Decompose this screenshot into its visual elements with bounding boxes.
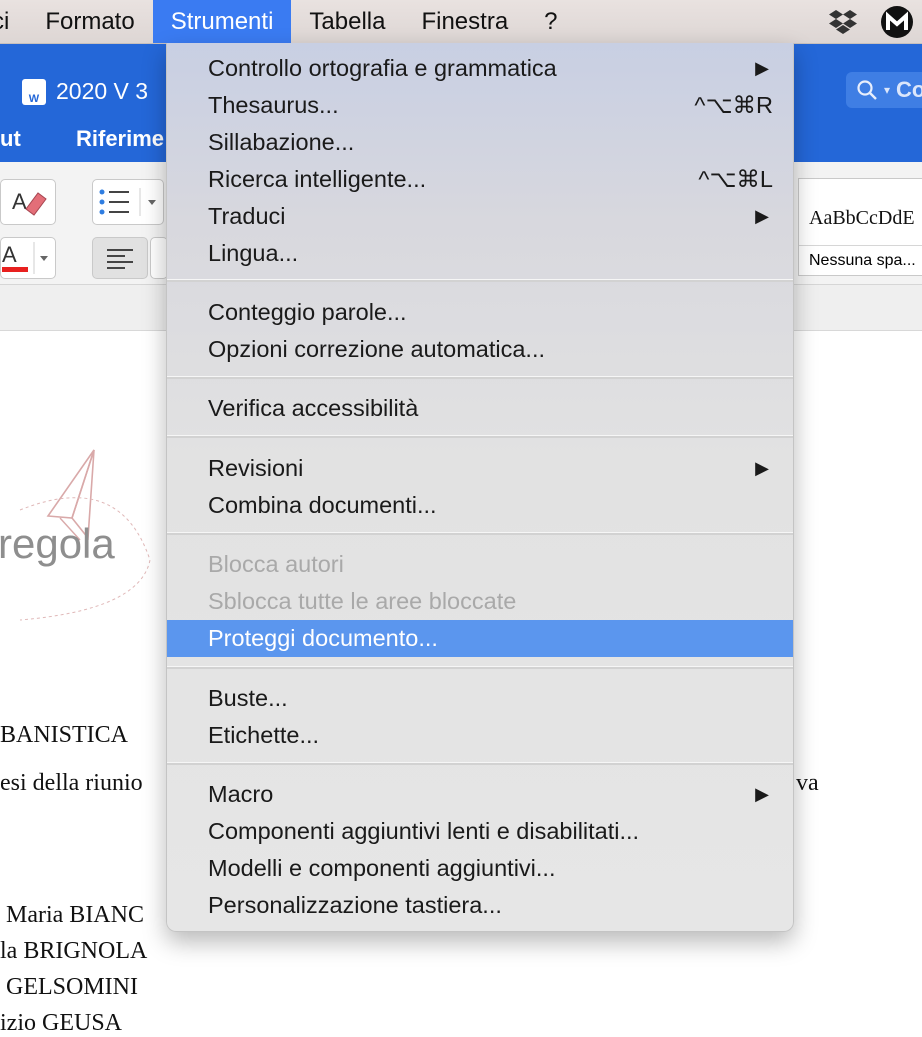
strumenti-dropdown-menu: Controllo ortografia e grammatica ▶ Thes… [166,43,794,932]
menu-item-lingua[interactable]: Lingua... [167,235,793,272]
malwarebytes-icon[interactable] [880,5,914,39]
align-left-icon [107,249,133,269]
search-placeholder: Co [896,77,922,102]
submenu-arrow-icon: ▶ [755,206,769,226]
svg-text:A: A [12,189,27,214]
menu-strumenti[interactable]: Strumenti [152,0,292,43]
clear-formatting-button[interactable]: A [0,179,56,225]
menu-item-modelli-componenti[interactable]: Modelli e componenti aggiuntivi... [167,850,793,887]
menu-separator [167,435,793,438]
doc-line: Maria BIANC [6,902,144,928]
menu-modifica-partial[interactable]: ci [0,0,27,43]
tab-layout[interactable]: ut [0,126,21,152]
font-color-icon: A [2,242,48,274]
shortcut-ricerca: ^⌥⌘L [698,166,773,192]
font-color-button[interactable]: A [0,237,56,279]
menu-item-blocca-autori: Blocca autori [208,551,344,577]
menu-item-proteggi-documento[interactable]: Proteggi documento... [167,620,793,657]
logo-text: regola [0,520,115,567]
menu-item-etichette[interactable]: Etichette... [167,717,793,754]
doc-line: GELSOMINI [6,974,138,1000]
document-title-text: 2020 V 3 [56,78,149,104]
style-name-label: Nessuna spa... [799,245,922,277]
style-gallery-item[interactable]: AaBbCcDdE Nessuna spa... [798,178,922,276]
chevron-down-icon: ▾ [884,83,891,97]
menu-item-combina-documenti[interactable]: Combina documenti... [167,487,793,524]
menu-item-sillabazione[interactable]: Sillabazione... [167,124,793,161]
doc-line: va [796,770,819,796]
menu-item-componenti-lenti[interactable]: Componenti aggiuntivi lenti e disabilita… [167,813,793,850]
menu-separator [167,376,793,379]
menu-item-traduci[interactable]: Traduci ▶ [167,198,793,235]
doc-line: la BRIGNOLA [0,938,148,964]
menu-item-thesaurus[interactable]: Thesaurus... ^⌥⌘R [167,87,793,124]
menubar: ci Formato Strumenti Tabella Finestra ? [0,0,922,44]
submenu-arrow-icon: ▶ [755,58,769,78]
menu-separator [167,279,793,282]
menu-item-controllo-ortografia[interactable]: Controllo ortografia e grammatica ▶ [167,50,793,87]
menu-item-personalizzazione-tastiera[interactable]: Personalizzazione tastiera... [167,887,793,924]
menu-tabella[interactable]: Tabella [291,0,403,43]
style-preview: AaBbCcDdE [809,207,915,229]
menu-formato[interactable]: Formato [27,0,152,43]
menu-item-buste[interactable]: Buste... [167,680,793,717]
menu-help[interactable]: ? [526,0,575,43]
doc-line: esi della riunio [0,770,143,796]
status-icons [828,0,922,43]
doc-line: BANISTICA [0,722,129,748]
menu-finestra[interactable]: Finestra [403,0,526,43]
menu-item-revisioni[interactable]: Revisioni ▶ [167,450,793,487]
shortcut-thesaurus: ^⌥⌘R [694,92,773,118]
search-icon [857,80,877,100]
word-doc-icon: W [22,78,46,105]
svg-text:A: A [2,242,17,267]
align-left-button[interactable] [92,237,148,279]
tab-riferimenti[interactable]: Riferime [76,126,164,152]
document-title: W 2020 V 3 [22,78,148,105]
menu-item-ricerca-intelligente[interactable]: Ricerca intelligente... ^⌥⌘L [167,161,793,198]
menu-separator [167,532,793,535]
bullet-list-button[interactable] [92,179,164,225]
menu-item-verifica-accessibilita[interactable]: Verifica accessibilità [167,390,793,427]
menu-separator [167,762,793,765]
menu-item-macro[interactable]: Macro ▶ [167,776,793,813]
menu-item-sblocca-aree: Sblocca tutte le aree bloccate [208,588,517,614]
dropbox-icon[interactable] [828,8,858,36]
menu-item-conteggio-parole[interactable]: Conteggio parole... [167,294,793,331]
menu-separator [167,666,793,669]
submenu-arrow-icon: ▶ [755,784,769,804]
search-input[interactable]: ▾ Co [846,72,922,108]
submenu-arrow-icon: ▶ [755,458,769,478]
bullet-list-icon [99,188,156,216]
eraser-icon: A [12,189,47,216]
menu-item-opzioni-correzione[interactable]: Opzioni correzione automatica... [167,331,793,368]
